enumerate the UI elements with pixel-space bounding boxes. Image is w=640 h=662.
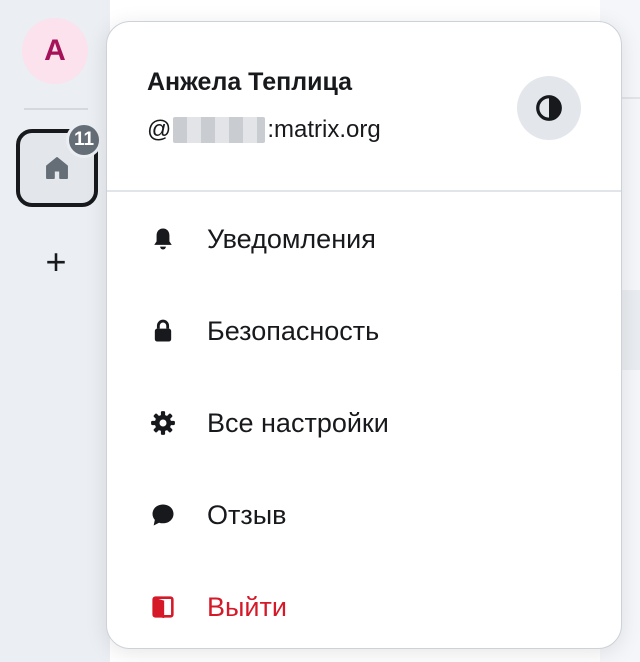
menu-divider (107, 190, 621, 192)
user-display-name: Анжела Теплица (147, 68, 353, 96)
menu-item-notifications[interactable]: Уведомления (107, 193, 621, 285)
menu-item-label: Безопасность (207, 315, 380, 346)
menu-item-label: Уведомления (207, 223, 376, 254)
user-avatar[interactable]: А (22, 18, 88, 84)
gear-icon (147, 407, 179, 439)
user-id-domain: :matrix.org (267, 116, 381, 143)
bell-icon (147, 223, 179, 255)
theme-toggle-button[interactable] (517, 76, 581, 140)
menu-item-all-settings[interactable]: Все настройки (107, 377, 621, 469)
redacted-username (173, 117, 266, 143)
user-menu: Анжела Теплица @ :matrix.org Уведомления… (106, 21, 622, 649)
contrast-icon (536, 95, 562, 121)
lock-icon (147, 315, 179, 347)
home-icon (42, 153, 72, 183)
sign-out-icon (147, 591, 179, 623)
space-panel-divider (24, 108, 88, 110)
menu-item-label: Все настройки (207, 407, 389, 438)
menu-item-label: Отзыв (207, 499, 287, 530)
notification-count-badge: 11 (66, 122, 102, 158)
user-matrix-id: @ :matrix.org (147, 116, 381, 144)
avatar-initial: А (44, 34, 66, 67)
add-space-button[interactable]: + (38, 242, 74, 282)
chat-bubble-icon (147, 499, 179, 531)
menu-item-sign-out[interactable]: Выйти (107, 561, 621, 653)
menu-item-security[interactable]: Безопасность (107, 285, 621, 377)
user-id-prefix: @ (147, 116, 172, 143)
user-menu-header: Анжела Теплица @ :matrix.org (107, 22, 621, 190)
menu-item-feedback[interactable]: Отзыв (107, 469, 621, 561)
user-menu-list: Уведомления Безопасность Все настройки О… (107, 193, 621, 653)
space-panel: А 11 + (0, 0, 110, 662)
menu-item-label: Выйти (207, 591, 287, 622)
